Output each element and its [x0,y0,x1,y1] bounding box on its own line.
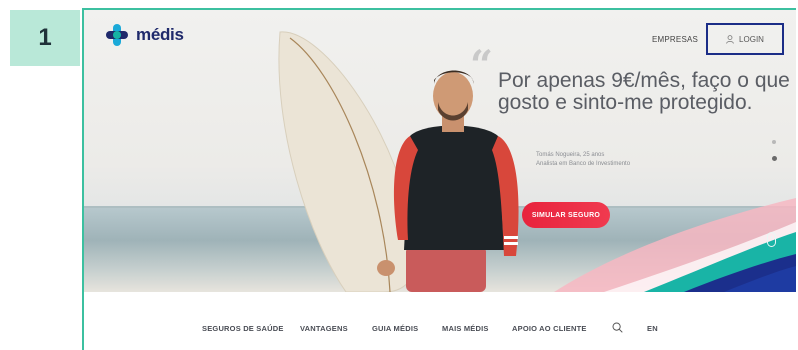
nav-item-seguros-de-saude[interactable]: SEGUROS DE SAÚDE [202,324,284,333]
quote-icon: “ [470,42,494,89]
nav-item-guia-medis[interactable]: GUIA MÉDIS [372,324,418,333]
login-button[interactable]: LOGIN [706,23,784,55]
testimonial-role: Analista em Banco de Investimento [536,161,631,167]
nav-link-empresas[interactable]: EMPRESAS [652,35,698,44]
nav-item-apoio-ao-cliente[interactable]: APOIO AO CLIENTE [512,324,587,333]
medis-logo[interactable]: médis [104,22,184,48]
language-switch-en[interactable]: EN [647,324,658,333]
step-number-badge: 1 [10,10,80,66]
site-header: médis EMPRESAS LOGIN [84,10,796,66]
testimonial-name: Tomás Nogueira, 25 anos [536,152,605,158]
nav-item-mais-medis[interactable]: MAIS MÉDIS [442,324,489,333]
slider-dot-2-active[interactable] [772,156,777,161]
search-icon[interactable] [612,322,623,333]
logo-text: médis [136,25,184,44]
user-icon [726,34,734,44]
website-screenshot-frame: médis EMPRESAS LOGIN “ Por apenas 9€/mês… [82,8,796,350]
hero-banner: médis EMPRESAS LOGIN “ Por apenas 9€/mês… [84,10,796,292]
hero-headline: Por apenas 9€/mês, faço o que gosto e si… [498,69,790,114]
medis-cross-icon [106,24,128,46]
slider-dot-1[interactable] [772,140,776,144]
nav-item-vantagens[interactable]: VANTAGENS [300,324,348,333]
mouse-scroll-icon[interactable] [767,232,776,247]
login-label: LOGIN [739,34,764,44]
simulate-insurance-button[interactable]: SIMULAR SEGURO [522,202,610,228]
main-navigation: SEGUROS DE SAÚDE VANTAGENS GUIA MÉDIS MA… [84,292,796,350]
